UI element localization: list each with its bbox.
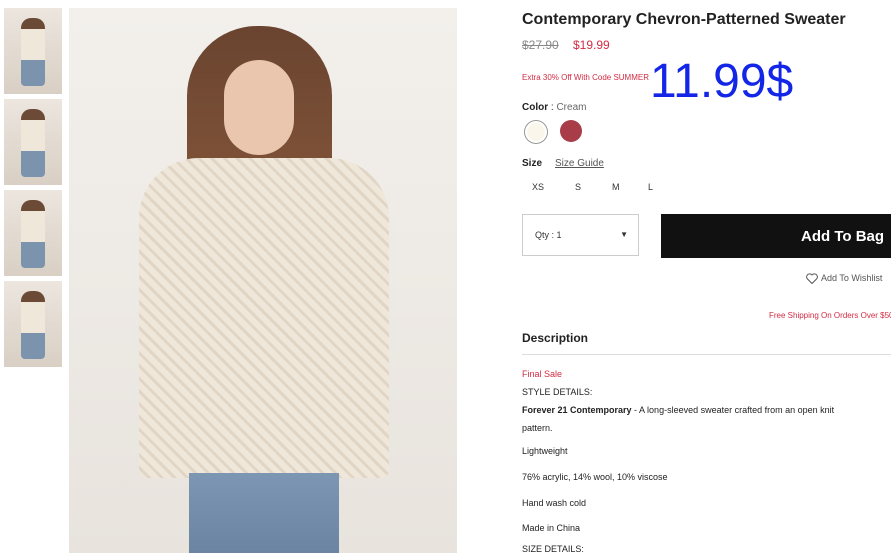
final-sale-label: Final Sale <box>522 369 563 379</box>
color-swatch-burgundy[interactable] <box>560 120 582 142</box>
color-separator: : <box>550 102 554 113</box>
detail-item: Lightweight <box>522 446 568 456</box>
size-option-m[interactable]: M <box>612 182 620 192</box>
overlay-price-annotation: 11.99$ <box>650 55 794 108</box>
product-thumbnail-side[interactable] <box>4 99 62 185</box>
divider <box>522 354 891 355</box>
thumbnail-gallery <box>4 8 62 372</box>
quantity-select[interactable]: Qty : 1 ▼ <box>522 214 639 256</box>
size-option-xs[interactable]: XS <box>532 182 544 192</box>
size-option-l[interactable]: L <box>648 182 653 192</box>
detail-item: Made in China <box>522 523 581 533</box>
wishlist-label: Add To Wishlist <box>821 273 883 283</box>
color-swatch-cream[interactable] <box>524 120 548 144</box>
thumbnail-figure <box>21 109 45 177</box>
jeans-shape <box>189 473 339 553</box>
product-thumbnail-full[interactable] <box>4 281 62 367</box>
product-thumbnail-front[interactable] <box>4 8 62 94</box>
color-selected-value: Cream <box>556 102 587 113</box>
size-guide-link[interactable]: Size Guide <box>555 158 604 169</box>
product-title: Contemporary Chevron-Patterned Sweater <box>522 11 846 28</box>
size-label: Size <box>522 158 543 169</box>
thumbnail-figure <box>21 291 45 359</box>
sale-price: $19.99 <box>573 38 610 52</box>
original-price: $27.90 <box>522 38 559 52</box>
model-face <box>224 60 294 155</box>
promo-text: Extra 30% Off With Code SUMMER <box>522 73 649 82</box>
size-option-s[interactable]: S <box>575 182 581 192</box>
add-to-wishlist-link[interactable]: Add To Wishlist <box>806 273 883 285</box>
free-shipping-text: Free Shipping On Orders Over $50 <box>769 311 891 320</box>
detail-item: Hand wash cold <box>522 498 587 508</box>
add-to-bag-button[interactable]: Add To Bag <box>661 214 891 258</box>
thumbnail-figure <box>21 200 45 268</box>
quantity-label: Qty : 1 <box>535 230 562 240</box>
brand-name: Forever 21 Contemporary <box>522 405 632 415</box>
color-label-text: Color <box>522 102 549 113</box>
description-body-first-line: - A long-sleeved sweater crafted from an… <box>631 405 835 415</box>
chevron-down-icon: ▼ <box>620 230 628 239</box>
style-details-heading: STYLE DETAILS: <box>522 387 593 397</box>
detail-item: 76% acrylic, 14% wool, 10% viscose <box>522 472 668 482</box>
heart-icon <box>806 273 818 285</box>
description-heading: Description <box>522 331 589 345</box>
sweater-shape <box>139 158 389 478</box>
description-body-second-line: pattern. <box>522 423 553 433</box>
description-body: Forever 21 Contemporary - A long-sleeved… <box>522 405 834 415</box>
main-product-image[interactable] <box>69 8 457 553</box>
thumbnail-figure <box>21 18 45 86</box>
product-thumbnail-back[interactable] <box>4 190 62 276</box>
color-label: Color : Cream <box>522 102 586 113</box>
